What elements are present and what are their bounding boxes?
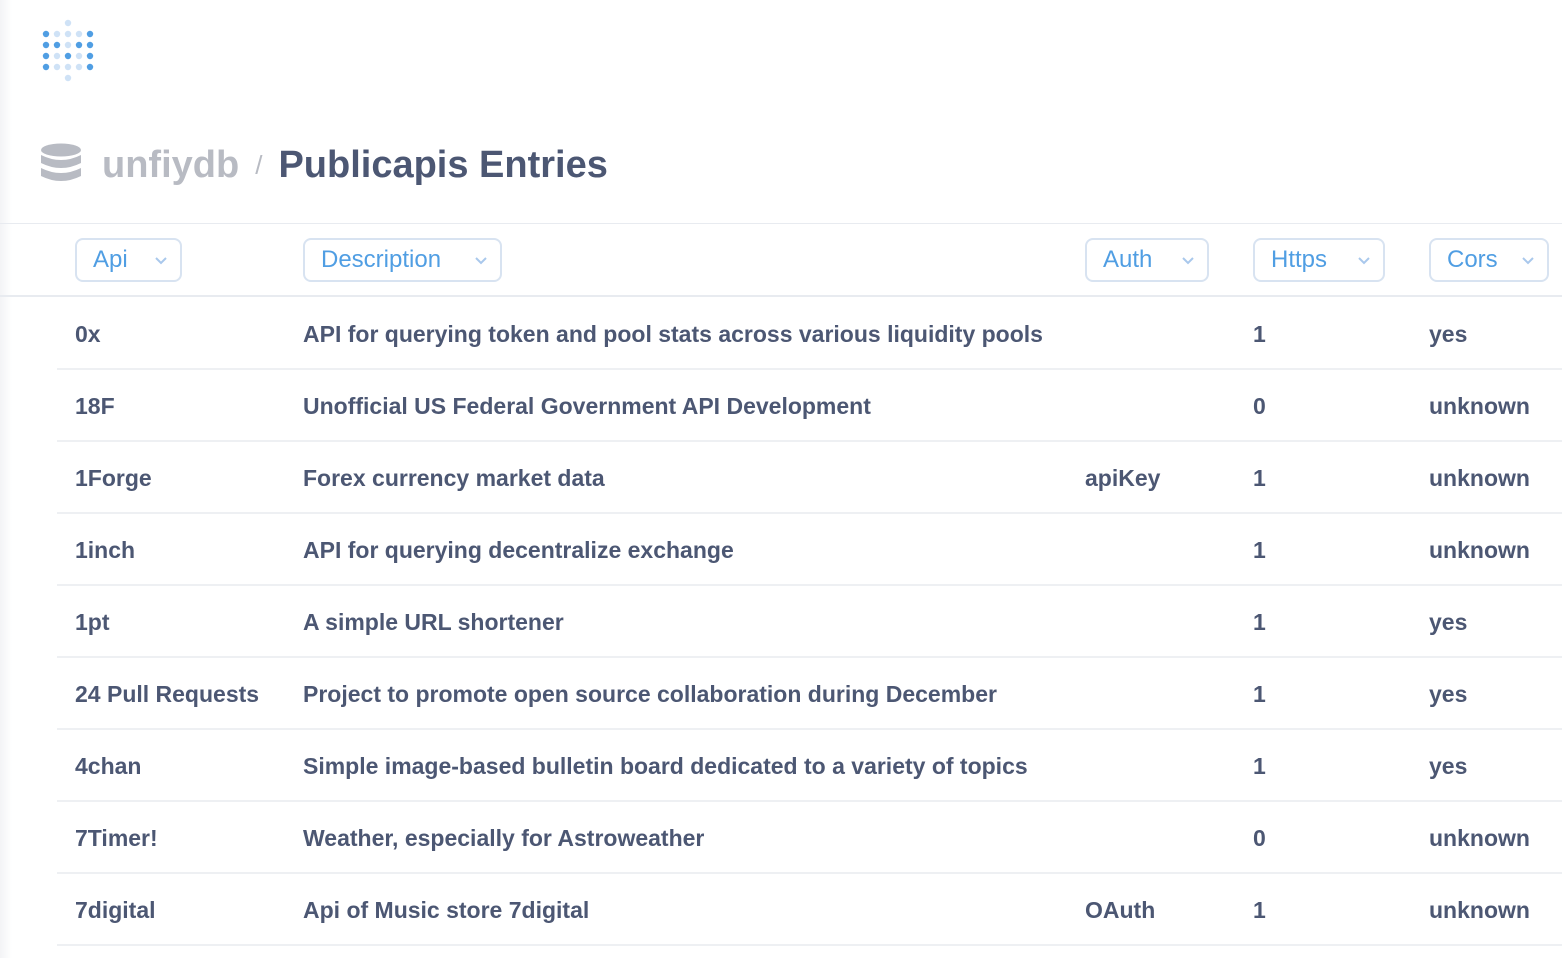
cell-cors: yes: [1429, 753, 1468, 779]
breadcrumb-separator: /: [255, 149, 263, 180]
cell-description: Weather, especially for Astroweather: [303, 825, 705, 851]
column-header-auth[interactable]: Auth: [1085, 238, 1209, 282]
table-row[interactable]: 7digital Api of Music store 7digital OAu…: [57, 874, 1562, 946]
chevron-down-icon: [1182, 257, 1194, 265]
cell-cors: unknown: [1429, 897, 1530, 923]
column-header-description[interactable]: Description: [303, 238, 502, 282]
cell-description: API for querying decentralize exchange: [303, 537, 734, 563]
cell-cors: unknown: [1429, 465, 1530, 491]
cell-https: 1: [1253, 465, 1266, 491]
chevron-down-icon: [1358, 257, 1370, 265]
table-row[interactable]: 1Forge Forex currency market data apiKey…: [57, 442, 1562, 514]
breadcrumb: unfiydb / Publicapis Entries: [40, 140, 608, 190]
cell-api: 7Timer!: [75, 825, 158, 851]
cell-description: Project to promote open source collabora…: [303, 681, 997, 707]
cell-api: 0x: [75, 321, 101, 347]
cell-api: 18F: [75, 393, 115, 419]
cell-https: 0: [1253, 393, 1266, 419]
cell-cors: yes: [1429, 681, 1468, 707]
table-row[interactable]: 0x API for querying token and pool stats…: [57, 298, 1562, 370]
table-row[interactable]: 24 Pull Requests Project to promote open…: [57, 658, 1562, 730]
column-header-label: Cors: [1447, 246, 1498, 273]
cell-api: 1inch: [75, 537, 136, 563]
table-row[interactable]: 18F Unofficial US Federal Government API…: [57, 370, 1562, 442]
cell-https: 1: [1253, 753, 1266, 779]
cell-https: 1: [1253, 897, 1266, 923]
column-header-label: Api: [93, 246, 128, 273]
left-edge-shadow: [0, 0, 12, 958]
cell-cors: unknown: [1429, 825, 1530, 851]
cell-description: Unofficial US Federal Government API Dev…: [303, 393, 871, 419]
page-title: Publicapis Entries: [278, 143, 608, 186]
cell-https: 0: [1253, 825, 1266, 851]
chevron-down-icon: [1522, 257, 1534, 265]
table-row[interactable]: 1inch API for querying decentralize exch…: [57, 514, 1562, 586]
cell-api: 4chan: [75, 753, 142, 779]
database-icon: [41, 143, 81, 181]
column-header-https[interactable]: Https: [1253, 238, 1385, 282]
column-header-label: Https: [1271, 246, 1328, 273]
cell-description: Simple image-based bulletin board dedica…: [303, 753, 1028, 779]
cell-description: API for querying token and pool stats ac…: [303, 321, 1043, 347]
chevron-down-icon: [475, 257, 487, 265]
column-header-label: Description: [321, 246, 442, 273]
cell-api: 24 Pull Requests: [75, 681, 260, 707]
cell-description: A simple URL shortener: [303, 609, 564, 635]
cell-api: 1Forge: [75, 465, 152, 491]
table-header-divider: [0, 295, 1562, 297]
metabase-logo-icon[interactable]: [40, 16, 96, 82]
cell-description: Forex currency market data: [303, 465, 605, 491]
breadcrumb-database-link[interactable]: unfiydb: [102, 144, 239, 187]
chevron-down-icon: [155, 257, 167, 265]
cell-api: 7digital: [75, 897, 156, 923]
cell-description: Api of Music store 7digital: [303, 897, 590, 923]
cell-auth: apiKey: [1085, 465, 1161, 491]
cell-cors: yes: [1429, 609, 1468, 635]
column-header-api[interactable]: Api: [75, 238, 182, 282]
column-header-cors[interactable]: Cors: [1429, 238, 1549, 282]
column-header-label: Auth: [1103, 246, 1153, 273]
cell-api: 1pt: [75, 609, 110, 635]
table-row[interactable]: 1pt A simple URL shortener 1 yes: [57, 586, 1562, 658]
cell-https: 1: [1253, 537, 1266, 563]
cell-cors: yes: [1429, 321, 1468, 347]
cell-https: 1: [1253, 609, 1266, 635]
cell-https: 1: [1253, 321, 1266, 347]
cell-cors: unknown: [1429, 393, 1530, 419]
table-row[interactable]: 7Timer! Weather, especially for Astrowea…: [57, 802, 1562, 874]
cell-auth: OAuth: [1085, 897, 1156, 923]
table-row[interactable]: 4chan Simple image-based bulletin board …: [57, 730, 1562, 802]
header-divider: [0, 223, 1562, 224]
cell-cors: unknown: [1429, 537, 1530, 563]
cell-https: 1: [1253, 681, 1266, 707]
